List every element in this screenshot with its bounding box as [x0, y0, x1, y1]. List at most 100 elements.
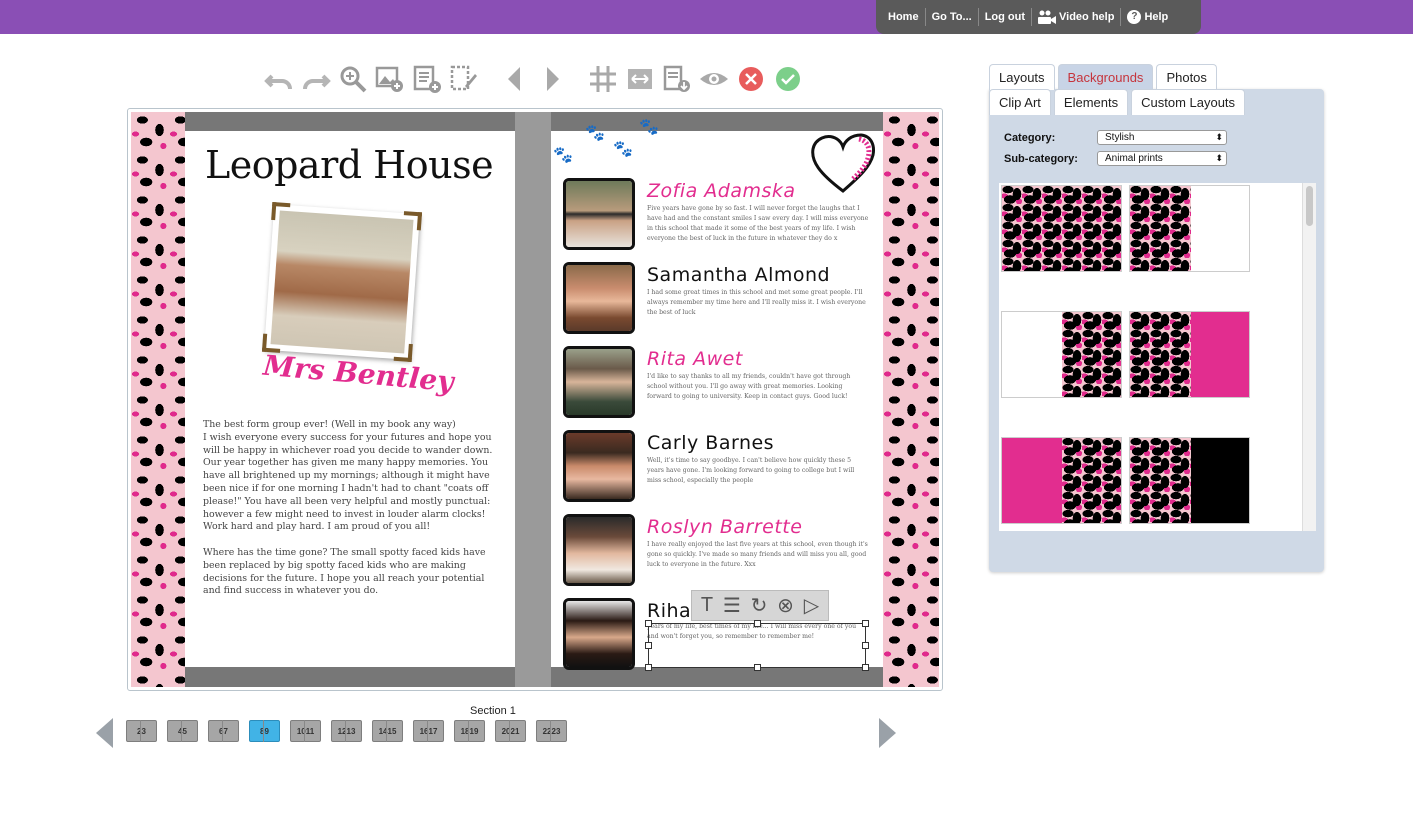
tab-custom-layouts[interactable]: Custom Layouts: [1131, 89, 1246, 115]
page-thumb-active[interactable]: 89: [249, 720, 280, 742]
resize-handle[interactable]: [862, 620, 869, 627]
resize-handle[interactable]: [862, 664, 869, 671]
student-photo[interactable]: [563, 262, 635, 334]
student-name[interactable]: Roslyn Barrette: [647, 516, 802, 538]
background-option[interactable]: [1001, 437, 1122, 524]
teacher-message-paragraph[interactable]: Where has the time gone? The small spott…: [203, 547, 503, 598]
edit-page-button[interactable]: [447, 62, 481, 96]
zoom-icon: [340, 66, 367, 93]
page-thumb[interactable]: 67: [208, 720, 239, 742]
student-entry[interactable]: Roslyn Barrette I have really enjoyed th…: [563, 514, 878, 590]
more-icon[interactable]: ▷: [804, 593, 819, 618]
student-name[interactable]: Samantha Almond: [647, 264, 830, 286]
student-name[interactable]: Zofia Adamska: [647, 180, 796, 202]
student-name[interactable]: Carly Barnes: [647, 432, 774, 454]
cancel-button[interactable]: [734, 62, 768, 96]
left-page[interactable]: Leopard House Mrs Bentley The best form …: [185, 131, 515, 667]
arrow-left-icon: [508, 67, 520, 91]
zoom-button[interactable]: [336, 62, 370, 96]
page-thumb[interactable]: 23: [126, 720, 157, 742]
previous-section-button[interactable]: [96, 718, 113, 748]
student-message[interactable]: Five years have gone by so fast. I will …: [647, 204, 869, 244]
student-photo[interactable]: [563, 598, 635, 670]
nav-home-link[interactable]: Home: [882, 8, 926, 26]
page-thumb[interactable]: 1819: [454, 720, 485, 742]
student-photo[interactable]: [563, 346, 635, 418]
previous-page-button[interactable]: [498, 62, 532, 96]
scrollbar-thumb[interactable]: [1306, 186, 1313, 226]
category-label: Category:: [1004, 132, 1056, 144]
teacher-photo[interactable]: [261, 201, 423, 363]
page-thumb-label: 1617: [419, 726, 438, 736]
grid-button[interactable]: [586, 62, 620, 96]
tab-backgrounds[interactable]: Backgrounds: [1057, 64, 1154, 90]
add-photo-button[interactable]: [373, 62, 407, 96]
background-option[interactable]: [1129, 185, 1250, 272]
teacher-name[interactable]: Mrs Bentley: [262, 349, 455, 398]
student-message[interactable]: I had some great times in this school an…: [647, 288, 869, 318]
thumbnails-scrollbar[interactable]: [1302, 183, 1316, 531]
delete-icon[interactable]: ⊗: [777, 593, 794, 618]
background-option[interactable]: [1129, 437, 1250, 524]
nav-goto-link[interactable]: Go To...: [926, 8, 979, 26]
undo-button[interactable]: [262, 62, 296, 96]
paw-print-icon: 🐾: [585, 125, 605, 142]
page-thumb[interactable]: 1617: [413, 720, 444, 742]
background-option[interactable]: [1129, 311, 1250, 398]
category-select[interactable]: Stylish: [1097, 130, 1227, 145]
tab-layouts[interactable]: Layouts: [989, 64, 1055, 90]
page-thumb[interactable]: 1011: [290, 720, 321, 742]
download-page-button[interactable]: [660, 62, 694, 96]
page-thumb[interactable]: 2021: [495, 720, 526, 742]
page-thumb[interactable]: 2223: [536, 720, 567, 742]
student-name[interactable]: Rita Awet: [647, 348, 743, 370]
resize-handle[interactable]: [645, 642, 652, 649]
resize-handle[interactable]: [862, 642, 869, 649]
student-entry[interactable]: Zofia Adamska Five years have gone by so…: [563, 178, 878, 254]
teacher-message-paragraph[interactable]: The best form group ever! (Well in my bo…: [203, 419, 503, 534]
text-tool-icon[interactable]: T: [701, 594, 713, 617]
page-thumb[interactable]: 1415: [372, 720, 403, 742]
tab-elements[interactable]: Elements: [1053, 89, 1129, 115]
page-title[interactable]: Leopard House: [205, 143, 494, 187]
nav-logout-link[interactable]: Log out: [979, 8, 1033, 26]
preview-button[interactable]: [697, 62, 731, 96]
student-message[interactable]: Well, it's time to say goodbye. I can't …: [647, 456, 869, 486]
subcategory-select[interactable]: Animal prints: [1097, 151, 1227, 166]
fit-width-icon: [628, 69, 652, 89]
background-option[interactable]: [1001, 311, 1122, 398]
background-option[interactable]: [1001, 185, 1122, 272]
student-message[interactable]: I'd like to say thanks to all my friends…: [647, 372, 869, 402]
tab-photos[interactable]: Photos: [1156, 64, 1217, 90]
next-page-button[interactable]: [535, 62, 569, 96]
page-thumb[interactable]: 1213: [331, 720, 362, 742]
student-entry[interactable]: Rita Awet I'd like to say thanks to all …: [563, 346, 878, 422]
add-text-button[interactable]: [410, 62, 444, 96]
resize-handle[interactable]: [754, 620, 761, 627]
student-message[interactable]: I have really enjoyed the last five year…: [647, 540, 869, 570]
question-icon: ?: [1127, 10, 1142, 24]
student-photo[interactable]: [563, 430, 635, 502]
nav-video-help-link[interactable]: Video help: [1032, 8, 1122, 26]
resize-handle[interactable]: [645, 664, 652, 671]
rotate-icon[interactable]: ↻: [751, 593, 768, 618]
student-photo[interactable]: [563, 514, 635, 586]
page-thumb[interactable]: 45: [167, 720, 198, 742]
next-section-button[interactable]: [879, 718, 896, 748]
student-entry[interactable]: Samantha Almond I had some great times i…: [563, 262, 878, 338]
tab-clip-art[interactable]: Clip Art: [989, 89, 1051, 115]
right-page[interactable]: 🐾 🐾 🐾 🐾 Zofia Adamska Five years have go…: [551, 119, 883, 670]
student-entry[interactable]: Carly Barnes Well, it's time to say good…: [563, 430, 878, 506]
student-photo[interactable]: [563, 178, 635, 250]
confirm-button[interactable]: [771, 62, 805, 96]
nav-help-link[interactable]: ? Help: [1121, 8, 1174, 26]
redo-button[interactable]: [299, 62, 333, 96]
resize-handle[interactable]: [754, 664, 761, 671]
paragraph-tool-icon[interactable]: ☰: [723, 593, 741, 618]
fit-width-button[interactable]: [623, 62, 657, 96]
text-selection-box[interactable]: [645, 620, 869, 671]
page-thumb-label: 23: [137, 726, 146, 736]
nav-home-label: Home: [888, 11, 919, 23]
video-people-icon: [1038, 10, 1057, 24]
resize-handle[interactable]: [645, 620, 652, 627]
